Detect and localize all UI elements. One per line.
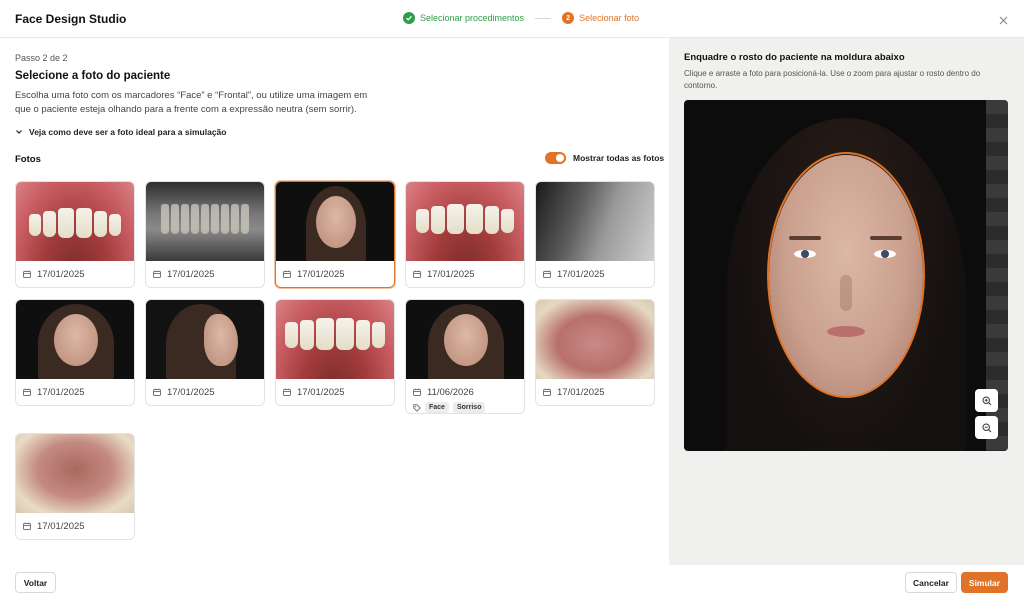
photo-date: 17/01/2025: [297, 386, 345, 398]
face-contour-guide: [767, 152, 925, 398]
calendar-icon: [283, 270, 291, 278]
app-title: Face Design Studio: [15, 12, 127, 26]
calendar-icon: [23, 388, 31, 396]
photo-date: 17/01/2025: [297, 268, 345, 280]
tag-icon: [413, 403, 421, 412]
tag-smile: Sorriso: [452, 402, 486, 413]
photo-thumbnail: [276, 300, 394, 379]
photo-selection-panel: Passo 2 de 2 Selecione a foto do pacient…: [0, 38, 669, 565]
photo-thumbnail: [406, 182, 524, 261]
photo-tags: Face Sorriso: [406, 402, 524, 413]
photo-card[interactable]: 11/06/2026 Face Sorriso: [405, 299, 525, 414]
photo-thumbnail: [406, 300, 524, 379]
calendar-icon: [23, 522, 31, 530]
photo-card[interactable]: 17/01/2025: [15, 181, 135, 288]
modal-footer: Voltar Cancelar Simular: [0, 565, 1024, 603]
zoom-in-icon: [981, 395, 991, 405]
calendar-icon: [413, 388, 421, 396]
photo-card[interactable]: 17/01/2025: [275, 299, 395, 406]
section-title: Selecione a foto do paciente: [15, 70, 171, 82]
photo-date: 17/01/2025: [557, 386, 605, 398]
calendar-icon: [23, 270, 31, 278]
calendar-icon: [283, 388, 291, 396]
instructions-text: Escolha uma foto com os marcadores “Face…: [15, 90, 368, 115]
check-icon: [403, 12, 415, 24]
guide-toggle-label: Veja como deve ser a foto ideal para a s…: [29, 127, 227, 137]
photo-thumbnail: [536, 182, 654, 261]
photo-thumbnail: [16, 434, 134, 513]
photo-thumbnail: [146, 300, 264, 379]
simulate-button[interactable]: Simular: [961, 572, 1008, 593]
calendar-icon: [543, 388, 551, 396]
zoom-out-button[interactable]: [975, 416, 998, 439]
photo-thumbnail: [146, 182, 264, 261]
photo-date: 11/06/2026: [427, 386, 474, 398]
photo-card[interactable]: 17/01/2025: [145, 181, 265, 288]
framing-instructions: Clique e arraste a foto para posicioná-l…: [684, 69, 981, 90]
photo-thumbnail: [16, 300, 134, 379]
show-all-label: Mostrar todas as fotos: [573, 153, 665, 163]
calendar-icon: [413, 270, 421, 278]
photo-thumbnail: [276, 182, 394, 261]
photo-date: 17/01/2025: [37, 268, 85, 280]
step-label: Selecionar procedimentos: [420, 13, 525, 23]
calendar-icon: [153, 388, 161, 396]
step-number: 2: [562, 12, 575, 24]
cancel-button[interactable]: Cancelar: [905, 572, 957, 593]
framing-title: Enquadre o rosto do paciente na moldura …: [684, 52, 905, 63]
photo-card[interactable]: 17/01/2025: [535, 181, 655, 288]
photo-card-selected[interactable]: 17/01/2025: [275, 181, 395, 288]
tag-face: Face: [425, 402, 449, 413]
stepper: Selecionar procedimentos 2 Selecionar fo…: [403, 12, 639, 24]
photo-date: 17/01/2025: [427, 268, 475, 280]
photo-date: 17/01/2025: [37, 386, 85, 398]
photo-date: 17/01/2025: [557, 268, 605, 280]
step-select-procedures[interactable]: Selecionar procedimentos: [403, 12, 524, 24]
photo-date: 17/01/2025: [37, 520, 85, 532]
photo-date: 17/01/2025: [167, 386, 215, 398]
framing-panel: Enquadre o rosto do paciente na moldura …: [669, 38, 1024, 565]
show-all-photos-toggle[interactable]: [545, 152, 566, 164]
step-label: Selecionar foto: [579, 13, 640, 23]
ideal-photo-guide-toggle[interactable]: Veja como deve ser a foto ideal para a s…: [15, 127, 226, 137]
back-button[interactable]: Voltar: [15, 572, 56, 593]
modal-header: Face Design Studio Selecionar procedimen…: [0, 0, 1024, 38]
photos-heading: Fotos: [15, 154, 41, 165]
close-button[interactable]: [996, 13, 1010, 27]
zoom-out-icon: [981, 422, 991, 432]
photo-date: 17/01/2025: [167, 268, 215, 280]
close-icon: [999, 16, 1007, 24]
step-select-photo[interactable]: 2 Selecionar foto: [562, 12, 639, 24]
chevron-down-icon: [16, 130, 22, 134]
photo-card[interactable]: 17/01/2025: [15, 299, 135, 406]
face-preview-canvas[interactable]: [684, 100, 1008, 451]
photo-card[interactable]: 17/01/2025: [15, 433, 135, 540]
calendar-icon: [153, 270, 161, 278]
zoom-in-button[interactable]: [975, 389, 998, 412]
step-connector: [535, 17, 552, 19]
show-all-photos: Mostrar todas as fotos: [545, 152, 664, 164]
photo-thumbnail: [16, 182, 134, 261]
photo-card[interactable]: 17/01/2025: [535, 299, 655, 406]
step-count: Passo 2 de 2: [15, 53, 68, 63]
calendar-icon: [543, 270, 551, 278]
photo-card[interactable]: 17/01/2025: [145, 299, 265, 406]
photo-thumbnail: [536, 300, 654, 379]
photo-card[interactable]: 17/01/2025: [405, 181, 525, 288]
